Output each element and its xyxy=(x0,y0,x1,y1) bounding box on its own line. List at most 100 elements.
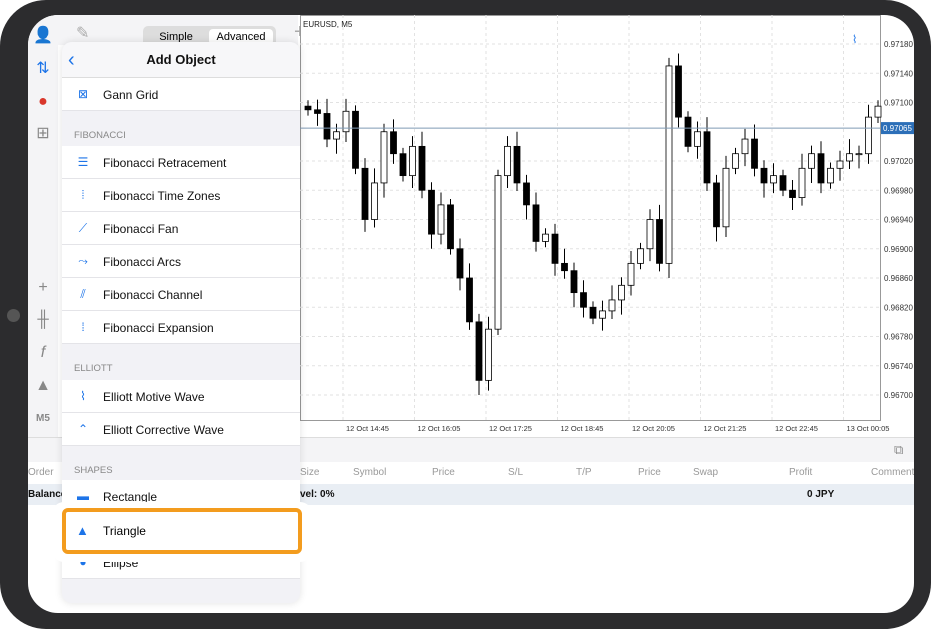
chat-icon[interactable]: ● xyxy=(32,91,54,113)
time-tick: 12 Oct 16:05 xyxy=(418,424,461,433)
candle-body xyxy=(779,175,787,191)
candle-body xyxy=(304,105,312,111)
item-label: Elliott Motive Wave xyxy=(103,390,205,404)
fib-arcs-item[interactable]: ⤳ Fibonacci Arcs xyxy=(62,245,300,278)
fib-retracement-icon: ☰ xyxy=(77,155,89,169)
candle-body xyxy=(627,262,635,286)
col-order: Order xyxy=(28,467,54,478)
col-size: Size xyxy=(300,467,320,478)
objects-icon[interactable]: ▲ xyxy=(32,375,54,397)
triangle-item[interactable]: ▲ Triangle xyxy=(62,508,302,554)
fib-channel-item[interactable]: ⫽ Fibonacci Channel xyxy=(62,278,300,311)
candle-body xyxy=(570,270,578,294)
candle-body xyxy=(342,110,350,133)
col-profit: Profit xyxy=(789,467,813,478)
elliott-corrective-item[interactable]: ⌃ Elliott Corrective Wave xyxy=(62,413,300,446)
item-label: Fibonacci Retracement xyxy=(103,156,227,170)
price-tick: 0.97100 xyxy=(884,99,913,108)
price-tick: 0.96980 xyxy=(884,186,913,195)
price-tick: 0.97140 xyxy=(884,69,913,78)
new-document-icon[interactable]: ⊞ xyxy=(32,123,54,145)
fib-time-zones-icon: ⦙ xyxy=(81,188,85,202)
candle-body xyxy=(475,321,483,381)
price-tick: 0.96780 xyxy=(884,333,913,342)
fib-channel-icon: ⫽ xyxy=(80,287,86,301)
time-tick: 12 Oct 22:45 xyxy=(775,424,818,433)
candle-body xyxy=(760,167,768,184)
triangle-icon: ▲ xyxy=(76,523,89,538)
candle-body xyxy=(380,131,388,184)
timeframe-button[interactable]: M5 xyxy=(32,408,54,430)
left-toolbar: 👤 ⇅ ● ⊞ + ╫ f ▲ M5 + xyxy=(28,15,58,459)
fib-expansion-item[interactable]: ⁞ Fibonacci Expansion xyxy=(62,311,300,344)
candle-body xyxy=(494,175,502,330)
panel-header: ‹ Add Object xyxy=(62,42,300,78)
top-toolbar: ✎ Simple Advanced + xyxy=(58,15,306,48)
candle-body xyxy=(684,116,692,147)
trade-icon[interactable]: ⇅ xyxy=(32,58,54,80)
price-tick: 0.96940 xyxy=(884,216,913,225)
back-chevron-icon[interactable]: ‹ xyxy=(68,42,75,78)
candle-body xyxy=(827,167,834,184)
candle-body xyxy=(589,306,597,319)
layout-icon[interactable]: ⧉ xyxy=(894,442,903,458)
time-tick: 12 Oct 18:45 xyxy=(561,424,604,433)
indicator-icon[interactable]: f xyxy=(32,342,54,364)
section-elliott: ELLIOTT xyxy=(74,363,113,374)
account-icon[interactable]: 👤 xyxy=(32,25,54,47)
section-shapes: SHAPES xyxy=(74,465,113,476)
col-swap: Swap xyxy=(693,467,719,478)
col-price: Price xyxy=(432,467,455,478)
candle-body xyxy=(551,233,559,264)
candle-body xyxy=(542,233,549,242)
candle-body xyxy=(865,116,872,155)
crosshair-icon[interactable]: + xyxy=(32,277,54,299)
col-symbol: Symbol xyxy=(353,467,387,478)
item-label: Gann Grid xyxy=(103,88,159,102)
elliott-motive-item[interactable]: ⌇ Elliott Motive Wave xyxy=(62,380,300,413)
fib-time-zones-item[interactable]: ⦙ Fibonacci Time Zones xyxy=(62,179,300,212)
pencil-icon[interactable]: ✎ xyxy=(76,23,89,43)
item-label: Triangle xyxy=(103,524,146,538)
candle-body xyxy=(637,248,644,264)
elliott-corrective-icon: ⌃ xyxy=(77,422,89,436)
item-label: Fibonacci Time Zones xyxy=(103,189,221,203)
time-tick: 12 Oct 21:25 xyxy=(704,424,747,433)
col-comment: Comment xyxy=(871,467,914,478)
fib-retracement-item[interactable]: ☰ Fibonacci Retracement xyxy=(62,146,300,179)
candle-body xyxy=(599,310,606,319)
candle-body xyxy=(817,153,825,184)
price-tick: 0.97180 xyxy=(884,40,913,49)
col-tp: T/P xyxy=(576,467,592,478)
item-label: Fibonacci Channel xyxy=(103,288,203,302)
elliott-wave-icon: ⌇ xyxy=(852,34,857,46)
item-label: Fibonacci Fan xyxy=(103,222,179,236)
fib-fan-icon: ⟋ xyxy=(78,221,88,235)
time-tick: 12 Oct 17:25 xyxy=(489,424,532,433)
price-tick: 0.96820 xyxy=(884,303,913,312)
candles-icon[interactable]: ╫ xyxy=(32,309,54,331)
candle-body xyxy=(447,204,454,250)
gann-grid-item[interactable]: ⊠ Gann Grid xyxy=(62,78,300,111)
symbol-label: EURUSD, M5 xyxy=(303,20,353,29)
fib-fan-item[interactable]: ⟋ Fibonacci Fan xyxy=(62,212,300,245)
candle-body xyxy=(874,105,882,118)
margin-level: vel: 0% xyxy=(300,489,335,500)
candle-body xyxy=(437,204,445,235)
candle-body xyxy=(428,189,435,235)
candle-body xyxy=(808,153,815,169)
candle-body xyxy=(333,131,340,140)
fib-arcs-icon: ⤳ xyxy=(78,254,88,268)
candle-body xyxy=(418,145,426,191)
candle-body xyxy=(608,299,616,312)
candle-body xyxy=(561,262,568,272)
price-chart[interactable]: 0.97180 0.97140 0.97100 0.97020 0.96980 0.969… xyxy=(300,15,914,437)
candle-body xyxy=(789,189,796,198)
elliott-motive-icon: ⌇ xyxy=(80,389,86,403)
candle-body xyxy=(352,110,359,169)
candle-body xyxy=(836,160,844,169)
price-tick: 0.96700 xyxy=(884,391,913,400)
candle-body xyxy=(703,131,711,184)
price-tick: 0.97020 xyxy=(884,157,913,166)
candle-body xyxy=(855,153,863,156)
